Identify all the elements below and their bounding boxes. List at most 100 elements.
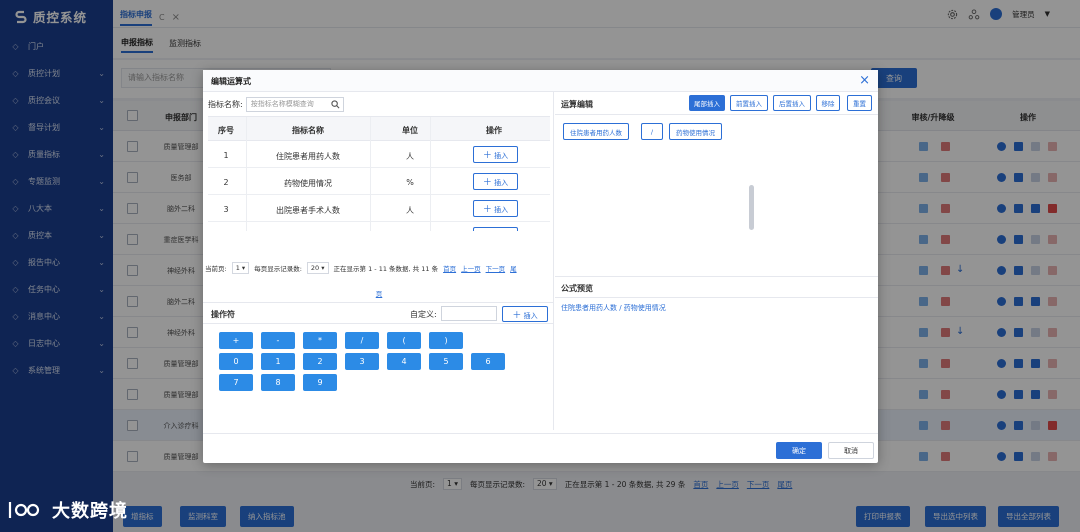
key-5[interactable]: 5 — [429, 353, 463, 370]
row-checkbox[interactable] — [127, 420, 138, 431]
audit-reject-icon[interactable] — [941, 452, 950, 461]
formula-token[interactable]: 药物使用情况 — [669, 123, 722, 140]
print-icon[interactable] — [1014, 359, 1023, 368]
key-multiply[interactable]: * — [303, 332, 337, 349]
audit-reject-icon[interactable] — [941, 235, 950, 244]
gear-icon[interactable] — [947, 9, 958, 20]
sidebar-item[interactable]: ◇ 系统管理 ⌄ — [0, 357, 113, 384]
insert-after-button[interactable]: 后置插入 — [773, 95, 811, 111]
row-checkbox[interactable] — [127, 327, 138, 338]
key-6[interactable]: 6 — [471, 353, 505, 370]
audit-check-icon[interactable] — [919, 173, 928, 182]
grid-icon[interactable] — [1031, 235, 1040, 244]
ipager-last-a[interactable]: 尾 — [510, 263, 517, 273]
sidebar-item[interactable]: ◇ 质量指标 ⌄ — [0, 141, 113, 168]
grid-icon[interactable] — [1031, 390, 1040, 399]
print-report-button[interactable]: 打印申报表 — [856, 506, 910, 527]
custom-insert-button[interactable]: ＋ 插入 — [502, 306, 548, 322]
key-divide[interactable]: / — [345, 332, 379, 349]
sidebar-item[interactable]: ◇ 专题监测 ⌄ — [0, 168, 113, 195]
trash-icon[interactable] — [1048, 359, 1057, 368]
sidebar-item[interactable]: ◇ 八大本 ⌄ — [0, 195, 113, 222]
pager-last[interactable]: 尾页 — [777, 479, 792, 490]
print-icon[interactable] — [1014, 328, 1023, 337]
view-icon[interactable] — [997, 297, 1006, 306]
arrow-down-icon[interactable]: ↓ — [956, 264, 964, 275]
key-0[interactable]: 0 — [219, 353, 253, 370]
reset-button[interactable]: 重置 — [847, 95, 872, 111]
trash-icon[interactable] — [1048, 142, 1057, 151]
audit-reject-icon[interactable] — [941, 266, 950, 275]
view-icon[interactable] — [997, 328, 1006, 337]
org-icon[interactable] — [968, 8, 980, 20]
arrow-down-icon[interactable]: ↓ — [956, 326, 964, 337]
cancel-button[interactable]: 取消 — [828, 442, 874, 459]
grid-icon[interactable] — [1031, 328, 1040, 337]
view-icon[interactable] — [997, 266, 1006, 275]
audit-reject-icon[interactable] — [941, 142, 950, 151]
print-icon[interactable] — [1014, 142, 1023, 151]
ipager-prev[interactable]: 上一页 — [461, 263, 481, 273]
row-checkbox[interactable] — [127, 451, 138, 462]
monitor-dept-button[interactable]: 监测科室 — [180, 506, 226, 527]
pager-current-select[interactable]: 1 ▾ — [443, 478, 462, 490]
formula-token[interactable]: 住院患者用药人数 — [563, 123, 629, 140]
print-icon[interactable] — [1014, 266, 1023, 275]
select-all-checkbox[interactable] — [127, 110, 138, 121]
trash-icon[interactable] — [1048, 235, 1057, 244]
insert-before-button[interactable]: 前置插入 — [730, 95, 768, 111]
sidebar-item[interactable]: ◇ 日志中心 ⌄ — [0, 330, 113, 357]
audit-check-icon[interactable] — [919, 266, 928, 275]
sidebar-item[interactable]: ◇ 报告中心 ⌄ — [0, 249, 113, 276]
view-icon[interactable] — [997, 235, 1006, 244]
row-checkbox[interactable] — [127, 234, 138, 245]
audit-check-icon[interactable] — [919, 390, 928, 399]
sidebar-item[interactable]: ◇ 质控本 ⌄ — [0, 222, 113, 249]
close-icon[interactable]: × — [859, 73, 870, 88]
trash-icon[interactable] — [1048, 328, 1057, 337]
user-name[interactable]: 管理员 — [1012, 9, 1035, 20]
indicator-name-input[interactable]: 按指标名称模糊查询 — [245, 97, 344, 112]
tab-close-icon[interactable]: × — [172, 12, 180, 23]
row-checkbox[interactable] — [127, 203, 138, 214]
key-2[interactable]: 2 — [303, 353, 337, 370]
row-checkbox[interactable] — [127, 172, 138, 183]
print-icon[interactable] — [1014, 421, 1023, 430]
key-3[interactable]: 3 — [345, 353, 379, 370]
key-4[interactable]: 4 — [387, 353, 421, 370]
view-icon[interactable] — [997, 173, 1006, 182]
sidebar-item[interactable]: ◇ 质控计划 ⌄ — [0, 60, 113, 87]
audit-reject-icon[interactable] — [941, 297, 950, 306]
view-icon[interactable] — [997, 204, 1006, 213]
print-icon[interactable] — [1014, 297, 1023, 306]
view-icon[interactable] — [997, 142, 1006, 151]
trash-icon[interactable] — [1048, 204, 1057, 213]
insert-button[interactable]: ＋ 插入 — [473, 146, 518, 163]
print-icon[interactable] — [1014, 390, 1023, 399]
view-icon[interactable] — [997, 452, 1006, 461]
sidebar-item[interactable]: ◇ 门户 — [0, 33, 113, 60]
grid-icon[interactable] — [1031, 204, 1040, 213]
key-minus[interactable]: - — [261, 332, 295, 349]
grid-icon[interactable] — [1031, 142, 1040, 151]
sidebar-item[interactable]: ◇ 任务中心 ⌄ — [0, 276, 113, 303]
insert-button[interactable]: ＋ 插入 — [473, 200, 518, 217]
key-8[interactable]: 8 — [261, 374, 295, 391]
print-icon[interactable] — [1014, 173, 1023, 182]
print-icon[interactable] — [1014, 452, 1023, 461]
audit-reject-icon[interactable] — [941, 173, 950, 182]
trash-icon[interactable] — [1048, 266, 1057, 275]
print-icon[interactable] — [1014, 204, 1023, 213]
key-1[interactable]: 1 — [261, 353, 295, 370]
pager-next[interactable]: 下一页 — [747, 479, 770, 490]
trash-icon[interactable] — [1048, 452, 1057, 461]
key-7[interactable]: 7 — [219, 374, 253, 391]
audit-check-icon[interactable] — [919, 421, 928, 430]
refresh-icon[interactable]: C — [159, 13, 165, 22]
remove-button[interactable]: 移除 — [816, 95, 840, 111]
audit-reject-icon[interactable] — [941, 204, 950, 213]
sidebar-item[interactable]: ◇ 督导计划 ⌄ — [0, 114, 113, 141]
audit-check-icon[interactable] — [919, 452, 928, 461]
key-lparen[interactable]: ( — [387, 332, 421, 349]
audit-check-icon[interactable] — [919, 328, 928, 337]
